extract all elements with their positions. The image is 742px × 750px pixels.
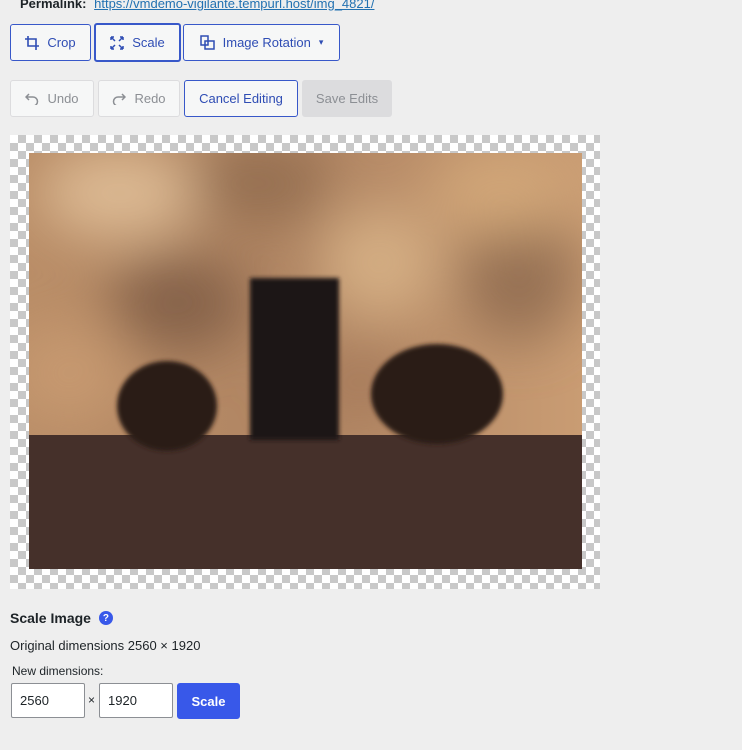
undo-button[interactable]: Undo: [10, 80, 94, 117]
new-dimensions-label: New dimensions:: [12, 664, 104, 678]
redo-button[interactable]: Redo: [98, 80, 180, 117]
scale-submit-label: Scale: [191, 693, 226, 709]
scale-icon: [110, 35, 124, 50]
chevron-down-icon: ▾: [318, 37, 324, 47]
undo-label: Undo: [47, 91, 79, 106]
permalink-row: Permalink: https://vmdemo-vigilante.temp…: [20, 0, 374, 12]
crop-label: Crop: [47, 35, 76, 50]
permalink-link[interactable]: https://vmdemo-vigilante.tempurl.host/im…: [94, 0, 374, 11]
cancel-editing-button[interactable]: Cancel Editing: [184, 80, 298, 117]
crop-button[interactable]: Crop: [10, 24, 91, 61]
crop-icon: [25, 35, 40, 50]
image-rotation-dropdown[interactable]: Image Rotation ▾: [183, 24, 340, 61]
undo-icon: [25, 92, 39, 105]
image-rotation-label: Image Rotation: [222, 35, 311, 50]
redo-label: Redo: [134, 91, 166, 106]
image-preview: [29, 153, 582, 569]
image-canvas: [10, 135, 600, 589]
scale-image-title: Scale Image: [10, 610, 91, 626]
save-edits-button[interactable]: Save Edits: [302, 80, 392, 117]
dimension-separator: ×: [88, 693, 96, 707]
redo-icon: [113, 92, 127, 105]
width-input[interactable]: [11, 683, 85, 718]
save-edits-label: Save Edits: [315, 91, 379, 106]
cancel-editing-label: Cancel Editing: [199, 91, 283, 106]
original-dimensions: Original dimensions 2560 × 1920: [10, 638, 201, 653]
scale-image-heading: Scale Image ?: [10, 610, 113, 626]
permalink-label: Permalink:: [20, 0, 87, 11]
height-input[interactable]: [99, 683, 173, 718]
help-icon[interactable]: ?: [98, 611, 113, 625]
scale-submit-button[interactable]: Scale: [177, 683, 240, 719]
scale-label: Scale: [132, 35, 165, 50]
rotation-icon: [199, 35, 215, 50]
scale-button[interactable]: Scale: [94, 23, 181, 62]
